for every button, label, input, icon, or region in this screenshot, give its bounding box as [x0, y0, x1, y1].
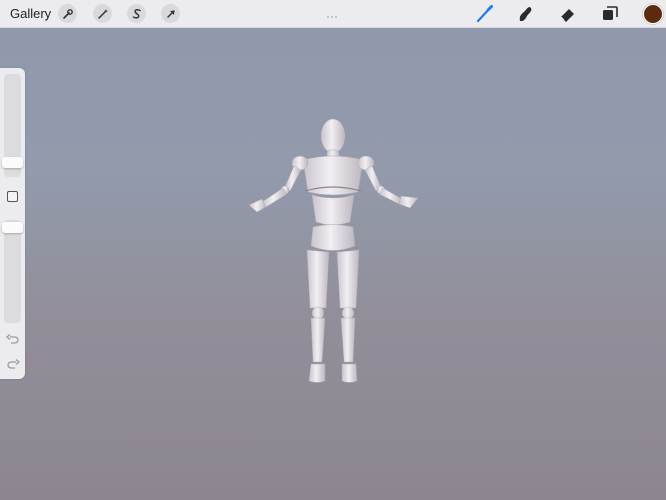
- mannequin-figure: [248, 118, 419, 383]
